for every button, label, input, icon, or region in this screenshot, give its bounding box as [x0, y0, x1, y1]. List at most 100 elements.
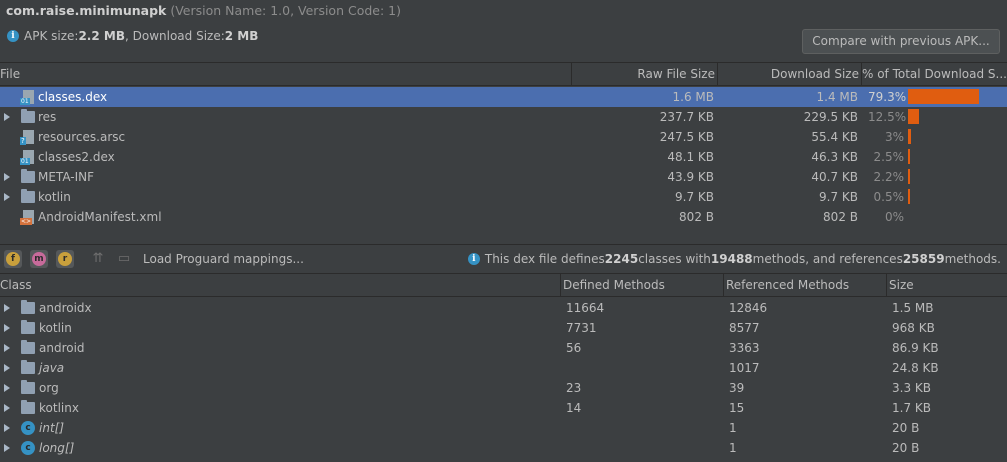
file-name: classes2.dex	[38, 150, 115, 164]
class-row[interactable]: c int[] 1 20 B	[0, 418, 1007, 438]
references-count: 25859	[902, 252, 945, 266]
download-size: 46.3 KB	[811, 150, 858, 164]
expand-arrow-icon[interactable]	[4, 113, 10, 121]
file-row[interactable]: classes.dex 1.6 MB 1.4 MB 79.3%	[0, 87, 1007, 107]
percent-of-total: 12.5%	[868, 110, 907, 124]
tree-up-icon[interactable]: ⇈	[90, 251, 106, 267]
show-methods-toggle[interactable]: m	[30, 250, 48, 268]
class-name: androidx	[39, 301, 92, 315]
info-icon: i	[467, 253, 480, 265]
file-row[interactable]: resources.arsc 247.5 KB 55.4 KB 3%	[0, 127, 1007, 147]
percent-of-total: 3%	[884, 130, 904, 144]
column-defined-methods[interactable]: Defined Methods	[561, 274, 724, 297]
defined-methods: 11664	[566, 301, 605, 315]
class-name: org	[39, 381, 59, 395]
raw-file-size: 1.6 MB	[672, 90, 714, 104]
column-percent-total[interactable]: % of Total Download S...	[862, 63, 1007, 86]
class-size: 20 B	[892, 441, 920, 455]
raw-file-size: 237.7 KB	[659, 110, 714, 124]
package-line: com.raise.minimunapk (Version Name: 1.0,…	[6, 3, 401, 18]
compare-apk-button[interactable]: Compare with previous APK...	[802, 29, 1000, 54]
column-size[interactable]: Size	[887, 274, 1007, 297]
column-referenced-methods[interactable]: Referenced Methods	[724, 274, 887, 297]
percent-bar	[908, 189, 910, 204]
dex-info-refs: methods, and references	[752, 252, 903, 266]
show-referenced-toggle[interactable]: r	[56, 250, 74, 268]
file-row[interactable]: kotlin 9.7 KB 9.7 KB 0.5%	[0, 187, 1007, 207]
expand-arrow-icon[interactable]	[4, 324, 10, 332]
defined-methods: 23	[566, 381, 582, 395]
load-proguard-mappings-link[interactable]: Load Proguard mappings...	[143, 250, 304, 268]
file-row[interactable]: META-INF 43.9 KB 40.7 KB 2.2%	[0, 167, 1007, 187]
expand-arrow-icon[interactable]	[4, 404, 10, 412]
column-file[interactable]: File	[0, 63, 572, 86]
class-size: 3.3 KB	[892, 381, 931, 395]
dex-info-classes-with: classes with	[638, 252, 711, 266]
class-row[interactable]: java 1017 24.8 KB	[0, 358, 1007, 378]
file-row[interactable]: classes2.dex 48.1 KB 46.3 KB 2.5%	[0, 147, 1007, 167]
class-row[interactable]: kotlinx 14 15 1.7 KB	[0, 398, 1007, 418]
package-folder-icon	[21, 360, 35, 374]
expand-arrow-icon[interactable]	[4, 444, 10, 452]
referenced-methods: 15	[729, 401, 745, 415]
apk-size-value: 2.2 MB	[78, 29, 125, 43]
class-size: 86.9 KB	[892, 341, 939, 355]
defined-methods: 56	[566, 341, 582, 355]
class-row[interactable]: android 56 3363 86.9 KB	[0, 338, 1007, 358]
referenced-methods: 1017	[729, 361, 760, 375]
show-fields-toggle[interactable]: f	[4, 250, 22, 268]
expand-arrow-icon[interactable]	[4, 304, 10, 312]
expand-arrow-icon[interactable]	[4, 424, 10, 432]
defined-methods	[566, 358, 716, 378]
file-table-header: File Raw File Size Download Size % of To…	[0, 62, 1007, 86]
file-name: AndroidManifest.xml	[38, 210, 162, 224]
raw-file-size: 802 B	[679, 210, 714, 224]
referenced-methods: 8577	[729, 321, 760, 335]
defined-methods: 7731	[566, 321, 597, 335]
file-name: classes.dex	[38, 90, 108, 104]
expand-arrow-icon[interactable]	[4, 344, 10, 352]
classes-count: 2245	[604, 252, 639, 266]
file-row[interactable]: res 237.7 KB 229.5 KB 12.5%	[0, 107, 1007, 127]
expand-arrow-icon[interactable]	[4, 384, 10, 392]
dex-info-prefix: This dex file defines	[484, 252, 605, 266]
referenced-methods: 39	[729, 381, 745, 395]
class-icon: c	[21, 421, 35, 435]
class-row[interactable]: org 23 39 3.3 KB	[0, 378, 1007, 398]
version-info: (Version Name: 1.0, Version Code: 1)	[170, 3, 401, 18]
expand-arrow-icon[interactable]	[4, 173, 10, 181]
percent-of-total: 0%	[884, 210, 904, 224]
referenced-icon: r	[58, 252, 72, 266]
dex-file-icon	[20, 150, 34, 165]
folder-outline-icon[interactable]: ▭	[116, 251, 132, 267]
class-row[interactable]: androidx 11664 12846 1.5 MB	[0, 298, 1007, 318]
download-size: 802 B	[823, 210, 858, 224]
apk-size-label: APK size:	[24, 29, 79, 43]
class-size: 20 B	[892, 421, 920, 435]
referenced-methods: 3363	[729, 341, 760, 355]
download-size-value: 2 MB	[224, 29, 259, 43]
dex-file-icon	[20, 90, 34, 105]
dex-toolbar: f m r ⇈ ▭ Load Proguard mappings... i Th…	[0, 244, 1007, 272]
expand-arrow-icon[interactable]	[4, 193, 10, 201]
class-size: 1.5 MB	[892, 301, 934, 315]
folder-icon	[21, 169, 35, 183]
field-icon: f	[6, 252, 20, 266]
apk-header: com.raise.minimunapk (Version Name: 1.0,…	[0, 0, 1007, 62]
referenced-methods: 1	[729, 441, 737, 455]
xml-file-icon	[20, 210, 34, 225]
class-row[interactable]: kotlin 7731 8577 968 KB	[0, 318, 1007, 338]
raw-file-size: 43.9 KB	[667, 170, 714, 184]
class-icon: c	[21, 441, 35, 455]
file-row[interactable]: AndroidManifest.xml 802 B 802 B 0%	[0, 207, 1007, 227]
dex-info-suffix: methods.	[944, 252, 1001, 266]
file-name: res	[38, 110, 57, 124]
column-download-size[interactable]: Download Size	[718, 63, 862, 86]
class-name: int[]	[39, 421, 65, 435]
class-row[interactable]: c long[] 1 20 B	[0, 438, 1007, 458]
expand-arrow-icon[interactable]	[4, 364, 10, 372]
column-class[interactable]: Class	[0, 274, 561, 297]
download-size: 40.7 KB	[811, 170, 858, 184]
column-raw-file-size[interactable]: Raw File Size	[572, 63, 718, 86]
info-icon: i	[7, 30, 19, 42]
